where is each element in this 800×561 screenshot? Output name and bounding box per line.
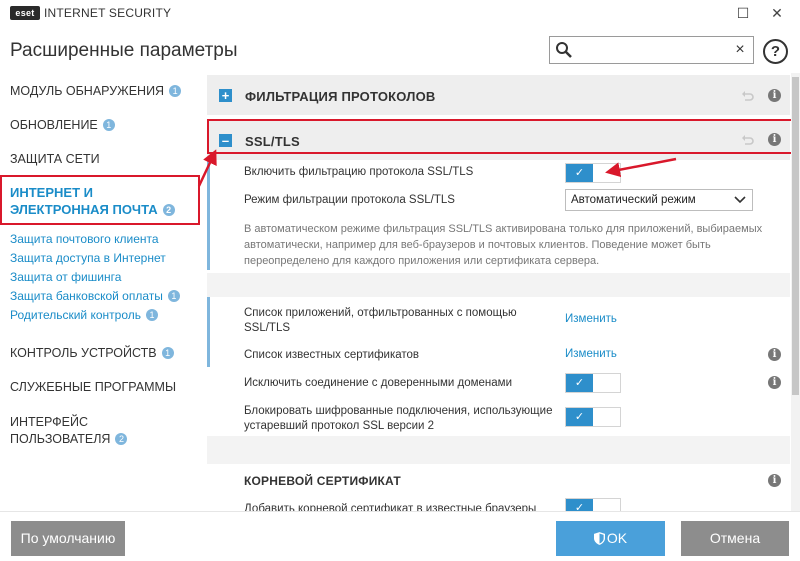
edit-app-list-link[interactable]: Изменить	[565, 313, 617, 325]
revert-icon[interactable]	[741, 90, 755, 102]
check-icon: ✓	[566, 408, 593, 426]
add-root-cert-toggle[interactable]: ✓	[565, 498, 621, 511]
subnav-banking[interactable]: Защита банковской оплаты 1	[10, 289, 180, 303]
subnav-email-client[interactable]: Защита почтового клиента	[10, 232, 159, 246]
subnav-label: Защита почтового клиента	[10, 232, 159, 246]
app-name: INTERNET SECURITY	[44, 6, 172, 20]
count-badge: 2	[115, 433, 128, 445]
eset-logo: eset	[10, 6, 40, 20]
ssl-tls-highlight	[207, 119, 795, 154]
group-indicator	[207, 160, 210, 270]
count-badge: 1	[167, 290, 180, 302]
shield-icon	[593, 532, 605, 545]
title-bar: eset INTERNET SECURITY ☐ ✕	[0, 0, 800, 28]
enable-ssl-toggle[interactable]: ✓	[565, 163, 621, 183]
mode-description: В автоматическом режиме фильтрация SSL/T…	[244, 223, 763, 267]
app-list-label: Список приложений, отфильтрованных с пом…	[244, 307, 517, 334]
check-icon: ✓	[566, 374, 593, 392]
block-ssl2-label: Блокировать шифрованные подключения, исп…	[244, 405, 553, 432]
spacer-band	[207, 273, 790, 297]
filter-mode-label: Режим фильтрации протокола SSL/TLS	[244, 194, 455, 206]
filter-mode-select[interactable]: Автоматический режим	[565, 189, 753, 211]
info-icon[interactable]: i	[768, 89, 781, 102]
subnav-label: Защита доступа в Интернет	[10, 251, 166, 265]
subnav-label: Защита от фишинга	[10, 270, 122, 284]
check-icon: ✓	[566, 499, 593, 511]
scrollbar-thumb[interactable]	[792, 77, 799, 395]
sidebar-item-network[interactable]: ЗАЩИТА СЕТИ	[10, 152, 100, 166]
add-root-cert-label: Добавить корневой сертификат в известные…	[244, 503, 537, 511]
spacer-band	[207, 436, 790, 464]
sidebar-item-user-interface[interactable]: ИНТЕРФЕЙС ПОЛЬЗОВАТЕЛЯ 2	[10, 414, 140, 448]
sidebar-item-label: ЗАЩИТА СЕТИ	[10, 152, 100, 166]
search-input[interactable]: ×	[549, 36, 754, 64]
ok-button[interactable]: OK	[556, 521, 665, 556]
chevron-down-icon	[734, 196, 746, 204]
subnav-label: Защита банковской оплаты	[10, 289, 163, 303]
info-icon[interactable]: i	[768, 474, 781, 487]
help-button[interactable]: ?	[763, 39, 788, 64]
sidebar-item-label: МОДУЛЬ ОБНАРУЖЕНИЯ	[10, 84, 165, 98]
block-ssl2-toggle[interactable]: ✓	[565, 407, 621, 427]
sidebar-item-tools[interactable]: СЛУЖЕБНЫЕ ПРОГРАММЫ	[10, 380, 176, 394]
section-title: ФИЛЬТРАЦИЯ ПРОТОКОЛОВ	[245, 89, 436, 104]
section-protocol-filtering[interactable]: + ФИЛЬТРАЦИЯ ПРОТОКОЛОВ i	[207, 75, 790, 115]
sidebar-item-web-email[interactable]: ИНТЕРНЕТ И ЭЛЕКТРОННАЯ ПОЧТА 2	[10, 184, 195, 218]
subnav-label: Родительский контроль	[10, 308, 141, 322]
ok-label: OK	[606, 530, 628, 546]
sidebar-item-label: ОБНОВЛЕНИЕ	[10, 118, 98, 132]
sidebar-item-label: КОНТРОЛЬ УСТРОЙСТВ	[10, 346, 157, 360]
info-icon[interactable]: i	[768, 348, 781, 361]
group-indicator	[207, 297, 210, 367]
page-title: Расширенные параметры	[10, 40, 238, 61]
subnav-parental[interactable]: Родительский контроль 1	[10, 308, 158, 322]
count-badge: 1	[161, 347, 174, 359]
exclude-trusted-toggle[interactable]: ✓	[565, 373, 621, 393]
sidebar-item-label: ИНТЕРНЕТ И ЭЛЕКТРОННАЯ ПОЧТА	[10, 185, 158, 217]
cancel-button[interactable]: Отмена	[681, 521, 789, 556]
sidebar-item-device-control[interactable]: КОНТРОЛЬ УСТРОЙСТВ 1	[10, 346, 174, 360]
maximize-button[interactable]: ☐	[728, 2, 758, 24]
search-icon	[556, 42, 572, 58]
clear-search-button[interactable]: ×	[731, 39, 749, 61]
close-button[interactable]: ✕	[762, 2, 792, 24]
sidebar-item-detection[interactable]: МОДУЛЬ ОБНАРУЖЕНИЯ 1	[10, 84, 182, 98]
sidebar-item-label: СЛУЖЕБНЫЕ ПРОГРАММЫ	[10, 380, 177, 394]
select-value: Автоматический режим	[571, 194, 696, 206]
cert-list-label: Список известных сертификатов	[244, 349, 420, 361]
edit-cert-list-link[interactable]: Изменить	[565, 348, 617, 360]
sidebar-item-label: ИНТЕРФЕЙС ПОЛЬЗОВАТЕЛЯ	[10, 415, 111, 446]
sidebar-item-update[interactable]: ОБНОВЛЕНИЕ 1	[10, 118, 115, 132]
count-badge: 1	[102, 119, 115, 131]
count-badge: 1	[146, 309, 158, 321]
default-button[interactable]: По умолчанию	[11, 521, 125, 556]
check-icon: ✓	[566, 164, 593, 182]
count-badge: 1	[169, 85, 182, 97]
subnav-web-access[interactable]: Защита доступа в Интернет	[10, 251, 166, 265]
enable-ssl-label: Включить фильтрацию протокола SSL/TLS	[244, 166, 474, 178]
subnav-antiphishing[interactable]: Защита от фишинга	[10, 270, 121, 284]
info-icon[interactable]: i	[768, 376, 781, 389]
expand-icon[interactable]: +	[219, 89, 232, 102]
exclude-trusted-label: Исключить соединение с доверенными домен…	[244, 377, 512, 389]
count-badge: 2	[162, 204, 175, 216]
root-cert-title: КОРНЕВОЙ СЕРТИФИКАТ	[244, 474, 401, 488]
